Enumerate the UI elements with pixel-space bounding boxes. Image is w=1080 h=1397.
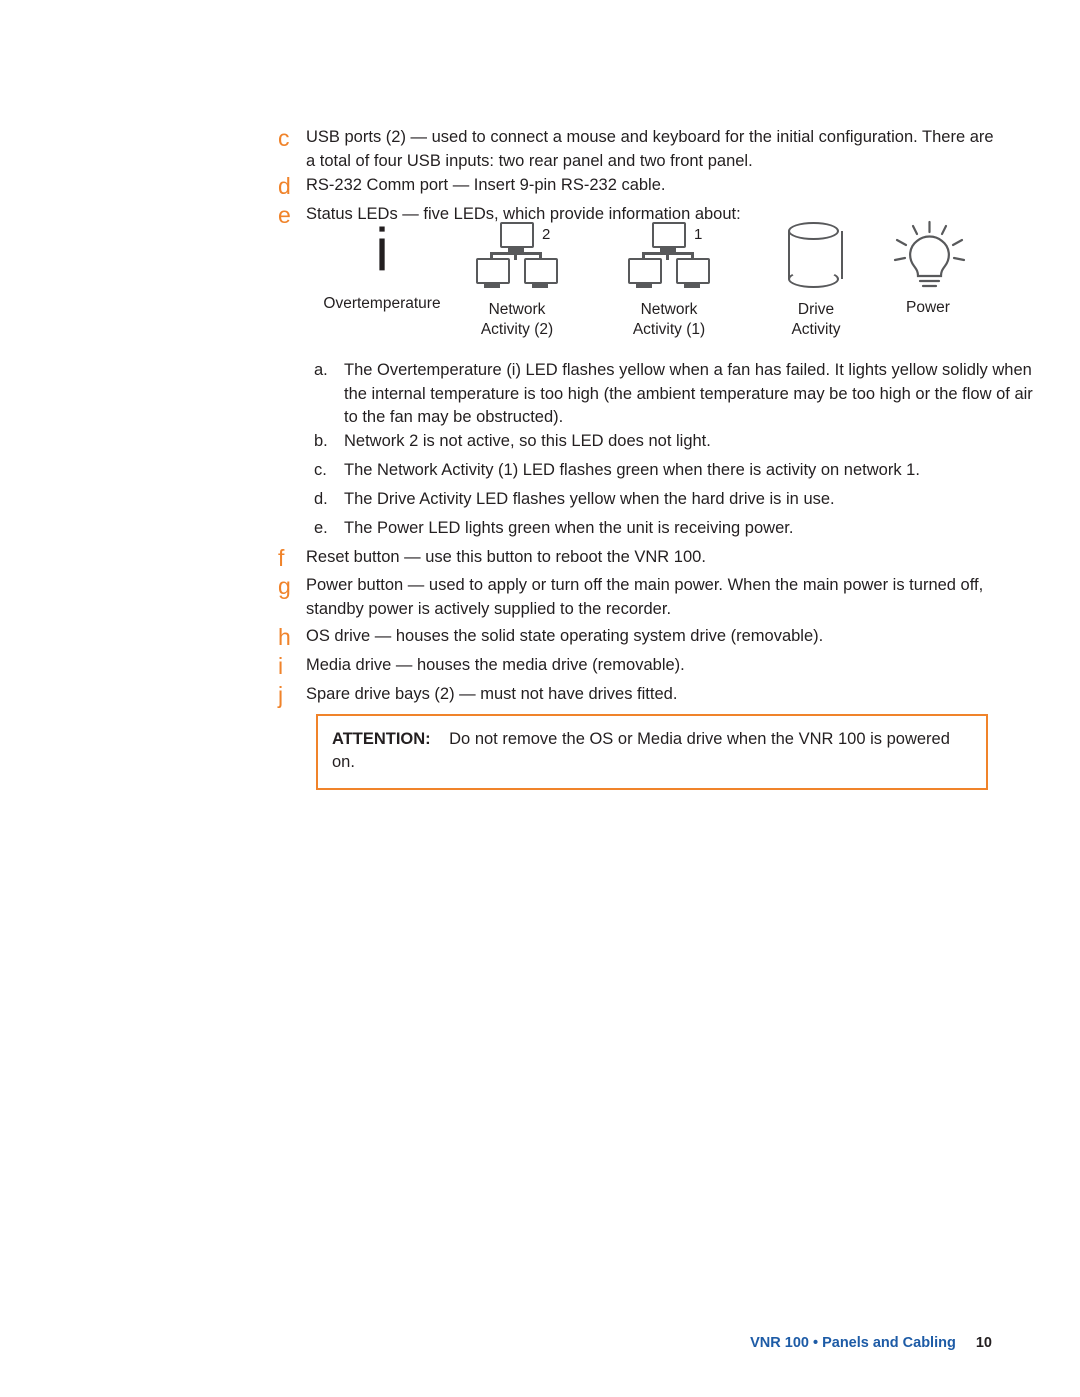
footer-page-number: 10 xyxy=(975,1335,992,1351)
list-text-d: RS-232 Comm port — Insert 9-pin RS-232 c… xyxy=(306,176,666,194)
sub-item-d: d. The Drive Activity LED flashes yellow… xyxy=(314,488,1034,512)
attention-label: ATTENTION: xyxy=(332,730,431,748)
list-marker-f: f xyxy=(278,545,285,571)
led-column-network-1: 1 Network Activity (1) xyxy=(608,216,730,340)
sub-marker-e: e. xyxy=(314,519,328,537)
list-item-j: j Spare drive bays (2) — must not have d… xyxy=(278,683,998,707)
list-marker-h: h xyxy=(278,624,291,650)
network-activity-1-icon: 1 xyxy=(608,222,730,300)
list-marker-g: g xyxy=(278,573,291,599)
led-label-network-1-line1: Network xyxy=(640,301,698,318)
list-item-g: g Power button — used to apply or turn o… xyxy=(278,574,998,621)
document-page: c USB ports (2) — used to connect a mous… xyxy=(0,0,1080,1397)
sub-item-e: e. The Power LED lights green when the u… xyxy=(314,517,1034,541)
list-marker-e: e xyxy=(278,202,291,228)
attention-box: ATTENTION: Do not remove the OS or Media… xyxy=(316,714,988,790)
list-item-f: f Reset button — use this button to rebo… xyxy=(278,546,998,570)
page-footer: VNR 100 • Panels and Cabling 10 xyxy=(750,1335,992,1351)
list-item-d: d RS-232 Comm port — Insert 9-pin RS-232… xyxy=(278,174,998,198)
led-column-overtemperature: i Overtemperature xyxy=(316,216,448,314)
list-text-c: USB ports (2) — used to connect a mouse … xyxy=(306,128,994,170)
drive-activity-icon xyxy=(760,222,872,300)
power-icon xyxy=(872,220,984,298)
status-led-diagram: i Overtemperature 2 Network Activity (2)… xyxy=(316,216,1016,346)
led-label-network-2-line1: Network xyxy=(488,301,546,318)
sub-marker-d: d. xyxy=(314,490,328,508)
list-marker-c: c xyxy=(278,125,290,151)
sub-text-a: The Overtemperature (i) LED flashes yell… xyxy=(344,361,1033,426)
led-column-network-2: 2 Network Activity (2) xyxy=(456,216,578,340)
list-text-g: Power button — used to apply or turn off… xyxy=(306,576,984,618)
sub-item-a: a. The Overtemperature (i) LED flashes y… xyxy=(314,359,1034,430)
sub-text-e: The Power LED lights green when the unit… xyxy=(344,519,794,537)
led-label-overtemperature-line1: Overtemperature xyxy=(323,295,441,312)
sub-item-b: b. Network 2 is not active, so this LED … xyxy=(314,430,1034,454)
list-item-h: h OS drive — houses the solid state oper… xyxy=(278,625,998,649)
network-activity-2-icon: 2 xyxy=(456,222,578,300)
sub-marker-c: c. xyxy=(314,461,327,479)
list-text-i: Media drive — houses the media drive (re… xyxy=(306,656,685,674)
sub-text-d: The Drive Activity LED flashes yellow wh… xyxy=(344,490,835,508)
led-label-power-line1: Power xyxy=(906,299,950,316)
led-label-drive-line1: Drive xyxy=(797,301,835,318)
led-label-network-1-line2: Activity (1) xyxy=(632,321,706,338)
sub-text-c: The Network Activity (1) LED flashes gre… xyxy=(344,461,920,479)
list-item-i: i Media drive — houses the media drive (… xyxy=(278,654,998,678)
sub-text-b: Network 2 is not active, so this LED doe… xyxy=(344,432,711,450)
list-text-h: OS drive — houses the solid state operat… xyxy=(306,627,824,645)
sub-marker-b: b. xyxy=(314,432,328,450)
network-2-badge: 2 xyxy=(542,226,551,243)
list-marker-i: i xyxy=(278,653,284,679)
sub-item-c: c. The Network Activity (1) LED flashes … xyxy=(314,459,1034,483)
led-label-drive-line2: Activity xyxy=(791,321,841,338)
footer-title: VNR 100 • Panels and Cabling xyxy=(750,1335,956,1351)
list-text-j: Spare drive bays (2) — must not have dri… xyxy=(306,685,678,703)
network-1-badge: 1 xyxy=(694,226,703,243)
list-item-c: c USB ports (2) — used to connect a mous… xyxy=(278,126,998,173)
sub-marker-a: a. xyxy=(314,361,328,379)
led-label-network-2-line2: Activity (2) xyxy=(480,321,554,338)
overtemperature-icon: i xyxy=(375,216,389,283)
list-text-f: Reset button — use this button to reboot… xyxy=(306,548,706,566)
list-marker-d: d xyxy=(278,173,291,199)
led-column-drive: Drive Activity xyxy=(760,216,872,340)
led-column-power: Power xyxy=(872,216,984,318)
list-marker-j: j xyxy=(278,682,284,708)
